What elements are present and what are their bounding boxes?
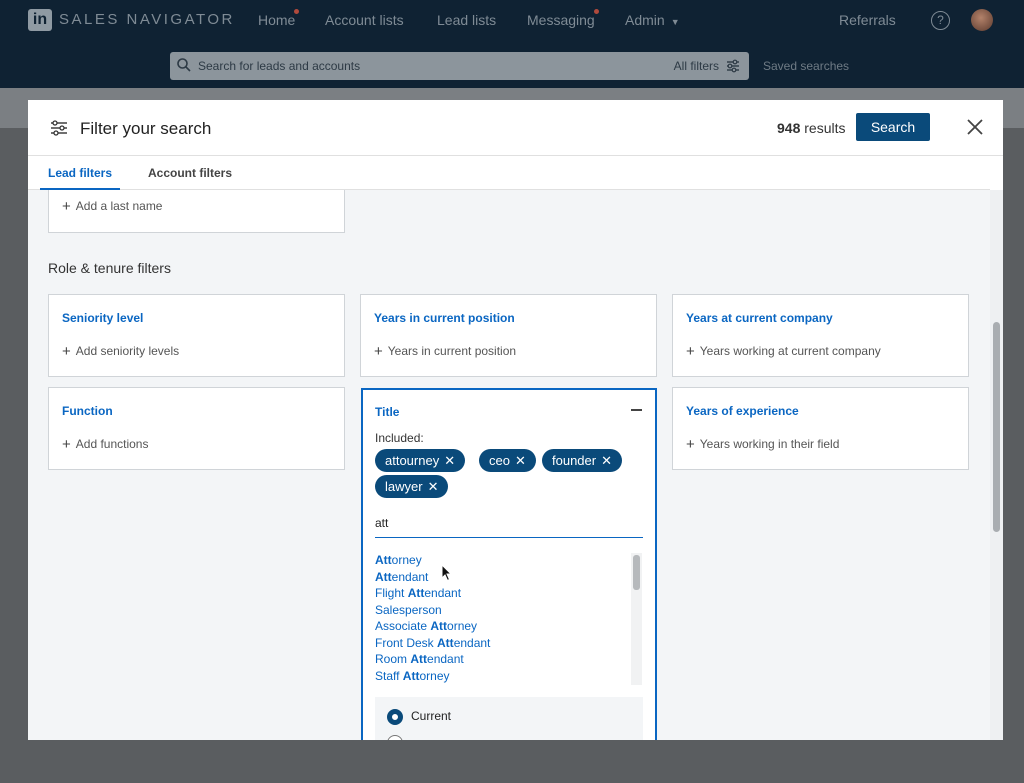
sliders-icon[interactable]	[725, 58, 741, 74]
nav-home[interactable]: Home	[258, 12, 295, 28]
pill-label: lawyer	[385, 479, 423, 494]
remove-icon[interactable]: ✕	[428, 479, 439, 494]
search-bar[interactable]: Search for leads and accounts All filter…	[170, 52, 749, 80]
section-title: Role & tenure filters	[48, 260, 171, 276]
search-button[interactable]: Search	[856, 113, 930, 141]
backdrop	[0, 740, 1024, 783]
pill-label: ceo	[489, 453, 510, 468]
minus-icon[interactable]	[631, 409, 642, 411]
mouse-cursor-icon	[441, 564, 453, 582]
remove-icon[interactable]: ✕	[515, 453, 526, 468]
function-title: Function	[62, 404, 113, 418]
add-years-experience-label: Years working in their field	[699, 437, 840, 451]
plus-icon: +	[686, 343, 695, 360]
add-years-position-label: Years in current position	[387, 344, 517, 358]
current-past-options: Current	[375, 697, 643, 740]
modal-scrollbar-thumb[interactable]	[993, 322, 1000, 532]
avatar[interactable]	[971, 9, 993, 31]
radio-current-selected[interactable]	[387, 709, 403, 725]
all-filters-button[interactable]: All filters	[674, 59, 719, 73]
filter-modal: Filter your search 948 results Search Le…	[28, 100, 1003, 740]
tab-lead-filters[interactable]: Lead filters	[39, 166, 121, 190]
suggestion-item[interactable]: Flight Attendant	[375, 586, 461, 600]
remove-icon[interactable]: ✕	[444, 453, 455, 468]
add-years-experience-button[interactable]: + Years working in their field	[686, 436, 839, 453]
add-seniority-label: Add seniority levels	[75, 344, 180, 358]
suggestion-item[interactable]: Attendant	[375, 570, 428, 584]
plus-icon: +	[62, 436, 71, 453]
years-experience-title: Years of experience	[686, 404, 799, 418]
title-search-input[interactable]: att	[375, 516, 643, 538]
caret-down-icon: ▼	[670, 17, 680, 27]
search-icon	[177, 58, 191, 72]
plus-icon: +	[374, 343, 383, 360]
results-number: 948	[777, 120, 801, 136]
nav-admin-label: Admin	[625, 12, 665, 28]
nav-account-lists[interactable]: Account lists	[325, 12, 404, 28]
function-card[interactable]: Function + Add functions	[48, 387, 345, 470]
title-pill[interactable]: ceo ✕	[479, 449, 536, 472]
nav-referrals[interactable]: Referrals	[839, 12, 896, 28]
plus-icon: +	[62, 198, 71, 215]
tab-account-filters[interactable]: Account filters	[148, 166, 232, 180]
years-company-title: Years at current company	[686, 311, 833, 325]
add-functions-button[interactable]: + Add functions	[62, 436, 148, 453]
suggestion-item[interactable]: Front Desk Attendant	[375, 636, 490, 650]
top-nav: in SALES NAVIGATOR Home Account lists Le…	[0, 0, 1024, 88]
remove-icon[interactable]: ✕	[601, 453, 612, 468]
nav-lead-lists[interactable]: Lead lists	[437, 12, 496, 28]
seniority-title: Seniority level	[62, 311, 144, 325]
suggestion-item[interactable]: Room Attendant	[375, 652, 464, 666]
plus-icon: +	[686, 436, 695, 453]
filter-tabs: Lead filters Account filters	[28, 156, 990, 190]
notification-dot	[294, 9, 299, 14]
suggestion-item[interactable]: Staff Attorney	[375, 669, 450, 683]
included-label: Included:	[375, 431, 424, 445]
last-name-card: + Add a last name	[48, 190, 345, 233]
modal-title: Filter your search	[80, 119, 212, 138]
nav-admin[interactable]: Admin ▼	[625, 12, 680, 28]
years-experience-card[interactable]: Years of experience + Years working in th…	[672, 387, 969, 470]
radio-unselected[interactable]	[387, 735, 403, 740]
years-company-card[interactable]: Years at current company + Years working …	[672, 294, 969, 377]
add-years-company-button[interactable]: + Years working at current company	[686, 343, 881, 360]
linkedin-logo[interactable]: in	[28, 9, 52, 31]
modal-header: Filter your search 948 results Search	[28, 100, 1003, 156]
notification-dot	[594, 9, 599, 14]
suggestion-item[interactable]: Associate Attorney	[375, 619, 477, 633]
add-years-company-label: Years working at current company	[699, 344, 881, 358]
filter-sliders-icon	[51, 120, 67, 136]
suggestion-item[interactable]: Attorney	[375, 553, 422, 567]
title-filter-card: Title Included: attourney ✕ ceo ✕ founder ✕…	[361, 388, 657, 740]
title-pill[interactable]: founder ✕	[542, 449, 622, 472]
suggestion-item[interactable]: Salesperson	[375, 603, 442, 617]
add-years-position-button[interactable]: + Years in current position	[374, 343, 516, 360]
plus-icon: +	[62, 343, 71, 360]
help-icon[interactable]: ?	[931, 11, 950, 30]
title-pill[interactable]: attourney ✕	[375, 449, 466, 472]
title-filter-title: Title	[375, 405, 400, 419]
seniority-card[interactable]: Seniority level + Add seniority levels	[48, 294, 345, 377]
add-functions-label: Add functions	[75, 437, 149, 451]
search-input[interactable]: Search for leads and accounts	[198, 59, 360, 73]
saved-searches-link[interactable]: Saved searches	[763, 59, 849, 73]
add-last-name-button[interactable]: + Add a last name	[62, 198, 162, 215]
nav-messaging[interactable]: Messaging	[527, 12, 595, 28]
brand-name: SALES NAVIGATOR	[59, 11, 235, 28]
pill-label: attourney	[385, 453, 440, 468]
years-position-title: Years in current position	[374, 311, 515, 325]
pill-label: founder	[552, 453, 597, 468]
results-label: results	[804, 120, 846, 136]
title-pill[interactable]: lawyer ✕	[375, 475, 449, 498]
add-last-name-label: Add a last name	[75, 199, 163, 213]
close-icon[interactable]	[965, 117, 985, 137]
years-position-card[interactable]: Years in current position + Years in curr…	[360, 294, 657, 377]
results-count: 948 results	[777, 120, 845, 136]
radio-current-label[interactable]: Current	[411, 709, 451, 723]
add-seniority-button[interactable]: + Add seniority levels	[62, 343, 179, 360]
suggestions-scrollbar-thumb[interactable]	[633, 555, 640, 590]
